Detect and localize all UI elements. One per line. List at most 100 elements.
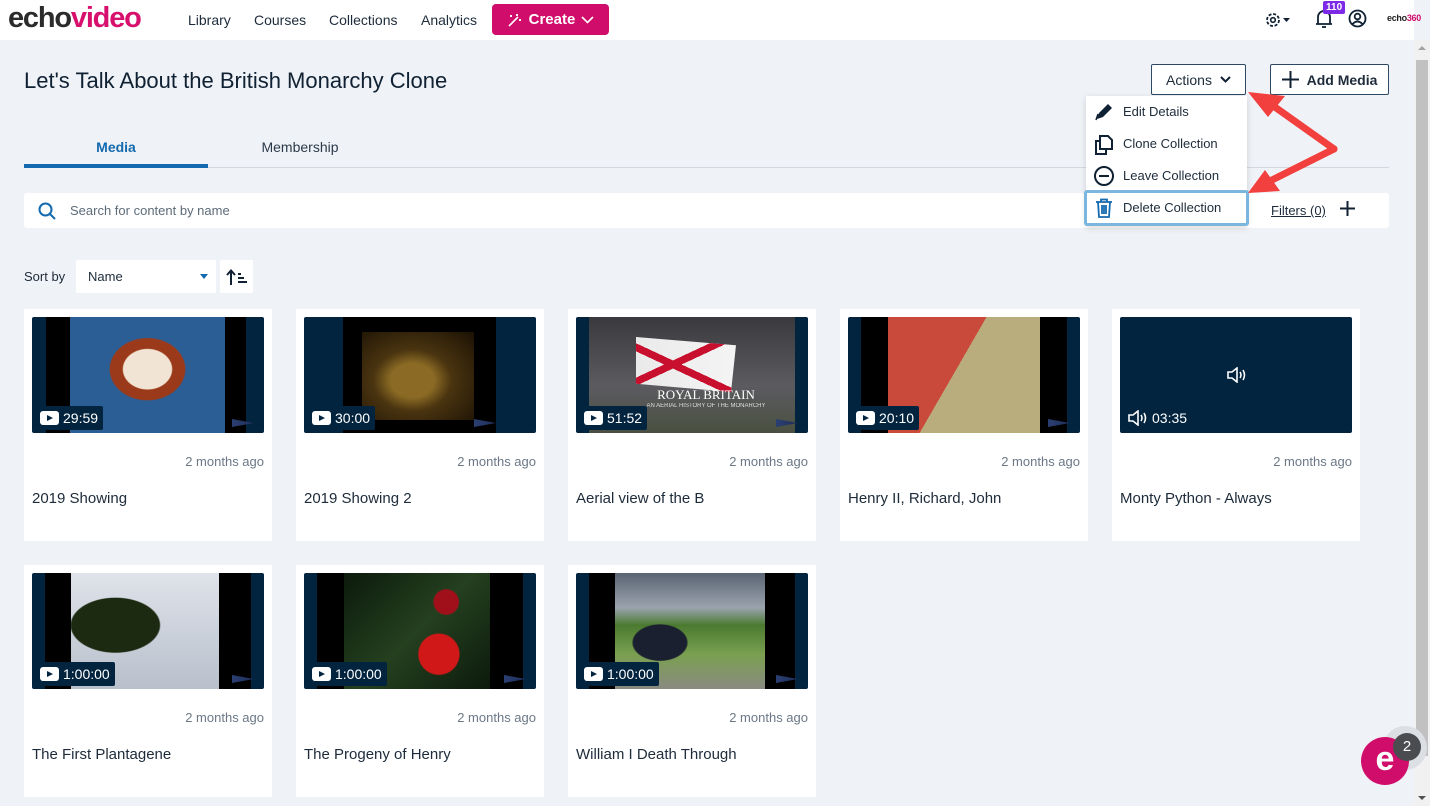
media-card[interactable]: 1:00:00 2 months ago The First Plantagen… [24, 565, 272, 797]
duration-text: 1:00:00 [607, 666, 654, 682]
search-icon [38, 202, 56, 220]
media-title[interactable]: The First Plantagene [32, 746, 171, 763]
chat-badge: 2 [1393, 733, 1421, 761]
media-title[interactable]: Henry II, Richard, John [848, 490, 1001, 507]
media-card[interactable]: ROYAL BRITAIN AN AERIAL HISTORY OF THE M… [568, 309, 816, 541]
media-thumbnail[interactable]: 1:00:00 [32, 573, 264, 689]
media-card[interactable]: 1:00:00 2 months ago The Progeny of Henr… [296, 565, 544, 797]
logo-echo-text: echo [8, 2, 72, 34]
media-card[interactable]: 1:00:00 2 months ago William I Death Thr… [568, 565, 816, 797]
play-icon [584, 411, 603, 425]
duration-text: 1:00:00 [335, 666, 382, 682]
media-title[interactable]: The Progeny of Henry [304, 746, 451, 763]
pencil-icon [1095, 104, 1112, 121]
top-navigation: echovideo Library Courses Collections An… [0, 0, 1421, 40]
media-card[interactable]: 20:10 2 months ago Henry II, Richard, Jo… [840, 309, 1088, 541]
play-icon [40, 667, 59, 681]
media-thumbnail[interactable]: 1:00:00 [304, 573, 536, 689]
menu-item-delete-collection[interactable]: Delete Collection [1084, 190, 1249, 226]
media-title[interactable]: 2019 Showing 2 [304, 490, 412, 507]
nav-library[interactable]: Library [188, 12, 231, 28]
echo360-text: echo [1387, 13, 1407, 23]
menu-item-edit-details[interactable]: Edit Details [1086, 96, 1247, 128]
add-filter-plus-icon[interactable] [1340, 201, 1355, 216]
media-card[interactable]: 03:35 2 months ago Monty Python - Always [1112, 309, 1360, 541]
add-media-button[interactable]: Add Media [1270, 64, 1389, 95]
tab-membership[interactable]: Membership [208, 139, 392, 155]
scroll-up-arrow-icon[interactable] [1418, 46, 1426, 50]
page-scrollbar[interactable] [1414, 40, 1430, 806]
duration-badge: 20:10 [851, 406, 920, 430]
nav-courses[interactable]: Courses [254, 12, 306, 28]
duration-badge: 03:35 [1123, 406, 1193, 430]
create-button[interactable]: Create [492, 4, 609, 35]
echo360-logo: echo360 [1387, 13, 1421, 23]
media-title[interactable]: William I Death Through [576, 746, 737, 763]
echovideo-logo[interactable]: echovideo [8, 2, 142, 35]
magic-wand-icon [508, 13, 521, 27]
sort-selected-value: Name [88, 269, 123, 284]
sort-select[interactable]: Name [76, 260, 216, 293]
sort-ascending-icon [225, 268, 247, 285]
media-card[interactable]: 30:00 2 months ago 2019 Showing 2 [296, 309, 544, 541]
sort-by-label: Sort by [24, 269, 66, 284]
play-icon [40, 411, 59, 425]
menu-item-leave-collection[interactable]: Leave Collection [1086, 160, 1247, 192]
tab-media[interactable]: Media [24, 139, 208, 155]
media-date: 2 months ago [185, 454, 264, 469]
media-thumbnail[interactable]: 1:00:00 [576, 573, 808, 689]
duration-text: 03:35 [1152, 410, 1188, 426]
thumbnail-overlay-title: ROYAL BRITAIN [657, 387, 755, 402]
menu-item-clone-collection[interactable]: Clone Collection [1086, 128, 1247, 160]
media-date: 2 months ago [185, 710, 264, 725]
media-date: 2 months ago [729, 454, 808, 469]
media-date: 2 months ago [457, 454, 536, 469]
menu-item-label: Leave Collection [1123, 168, 1220, 183]
notifications-badge: 110 [1323, 1, 1346, 14]
media-date: 2 months ago [1273, 454, 1352, 469]
scrollbar-thumb[interactable] [1416, 60, 1428, 756]
actions-button[interactable]: Actions [1151, 64, 1246, 95]
media-thumbnail[interactable]: ROYAL BRITAIN AN AERIAL HISTORY OF THE M… [576, 317, 808, 433]
nav-analytics[interactable]: Analytics [421, 12, 477, 28]
sort-direction-button[interactable] [220, 260, 253, 293]
menu-item-label: Clone Collection [1123, 136, 1218, 151]
media-date: 2 months ago [729, 710, 808, 725]
media-title[interactable]: 2019 Showing [32, 490, 127, 507]
media-thumbnail[interactable]: 30:00 [304, 317, 536, 433]
media-date: 2 months ago [1001, 454, 1080, 469]
create-label: Create [528, 11, 576, 28]
page-title: Let's Talk About the British Monarchy Cl… [24, 68, 448, 93]
media-title[interactable]: Monty Python - Always [1120, 490, 1272, 507]
chevron-down-icon [581, 15, 594, 24]
copy-icon [1095, 135, 1113, 155]
duration-text: 1:00:00 [63, 666, 110, 682]
media-thumbnail[interactable]: 03:35 [1120, 317, 1352, 433]
menu-item-label: Delete Collection [1123, 200, 1222, 215]
duration-badge: 1:00:00 [35, 662, 115, 686]
user-avatar-icon [1348, 9, 1367, 28]
user-profile-button[interactable] [1348, 9, 1367, 33]
scroll-down-arrow-icon[interactable] [1418, 796, 1426, 800]
actions-dropdown-menu: Edit Details Clone Collection Leave Coll… [1084, 96, 1249, 226]
duration-text: 20:10 [879, 410, 915, 426]
media-card[interactable]: 29:59 2 months ago 2019 Showing [24, 309, 272, 541]
filters-link[interactable]: Filters (0) [1271, 203, 1326, 218]
add-media-label: Add Media [1306, 71, 1378, 88]
speaker-icon [1128, 410, 1147, 426]
duration-text: 29:59 [63, 410, 99, 426]
nav-collections[interactable]: Collections [329, 12, 397, 28]
duration-badge: 51:52 [579, 406, 648, 430]
caret-down-icon [200, 274, 208, 279]
media-thumbnail[interactable]: 29:59 [32, 317, 264, 433]
plus-icon [1281, 71, 1299, 88]
media-title[interactable]: Aerial view of the B [576, 490, 704, 507]
search-input[interactable] [70, 193, 1070, 228]
chevron-down-icon [1220, 76, 1231, 83]
speaker-icon [1227, 367, 1246, 383]
active-tab-indicator [24, 164, 208, 168]
media-thumbnail[interactable]: 20:10 [848, 317, 1080, 433]
minus-circle-icon [1094, 166, 1114, 186]
settings-menu[interactable] [1264, 9, 1292, 36]
thumbnail-overlay-subtitle: AN AERIAL HISTORY OF THE MONARCHY [646, 403, 766, 409]
